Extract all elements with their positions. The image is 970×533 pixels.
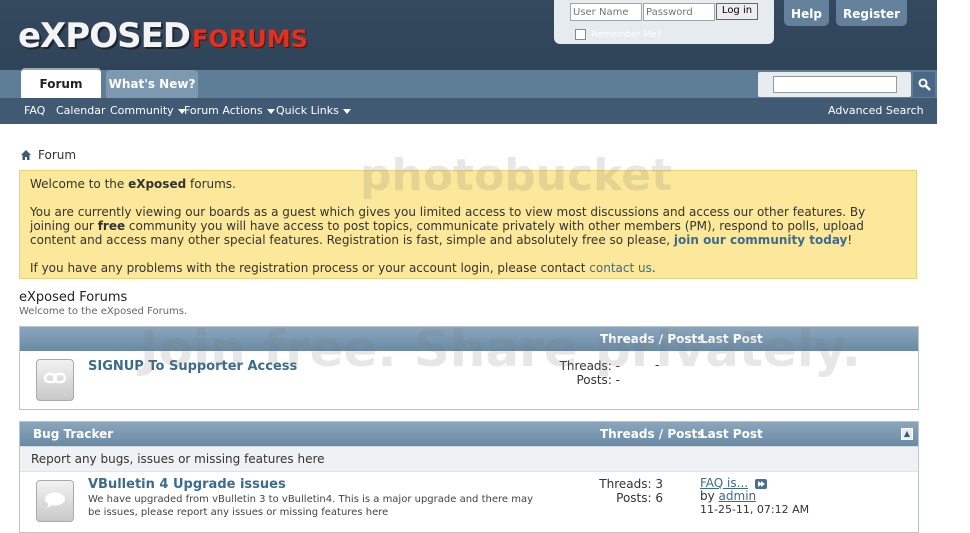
nav-community-label: Community: [110, 104, 174, 117]
go-last-post-icon[interactable]: [754, 478, 767, 489]
last-post-title-link[interactable]: FAQ is...: [700, 476, 748, 490]
forum-block-main: Threads / Posts Last Post SIGNUP To Supp…: [19, 326, 919, 410]
help-button[interactable]: Help: [784, 0, 829, 26]
contact-us-link[interactable]: contact us: [589, 261, 652, 275]
nav-quick-links-label: Quick Links: [276, 104, 339, 117]
search-input[interactable]: [773, 76, 897, 93]
search-box: [758, 72, 911, 97]
remember-me-label: Remember Me?: [591, 29, 662, 40]
notice-contact-a: If you have any problems with the regist…: [30, 261, 590, 275]
forum-title-link[interactable]: VBulletin 4 Upgrade issues: [88, 477, 286, 492]
forum-status-icon: [36, 359, 74, 401]
forum-row: SIGNUP To Supporter Access Threads: - Po…: [20, 351, 918, 407]
site-logo[interactable]: eXPOSED FORUMS: [18, 14, 308, 54]
last-post-author-line: by admin: [700, 490, 809, 503]
username-input[interactable]: [570, 3, 642, 21]
forum-title-link[interactable]: SIGNUP To Supporter Access: [88, 359, 297, 374]
nav-forum-actions[interactable]: Forum Actions: [184, 98, 275, 124]
nav-faq[interactable]: FAQ: [24, 98, 45, 124]
register-button[interactable]: Register: [836, 0, 907, 26]
advanced-search-link[interactable]: Advanced Search: [828, 98, 924, 124]
login-button[interactable]: Log in: [716, 3, 758, 20]
chevron-down-icon: [266, 108, 275, 114]
logo-main-text: eXPOSED: [18, 16, 191, 56]
notice-welcome-bold: eXposed: [128, 177, 187, 191]
tab-forum[interactable]: Forum: [21, 68, 101, 100]
forum-status-icon: [36, 480, 74, 522]
col-last-post: Last Post: [700, 332, 763, 346]
block-header: Threads / Posts Last Post: [20, 327, 918, 351]
guest-notice: Welcome to the eXposed forums. You are c…: [19, 170, 917, 279]
block-title[interactable]: Bug Tracker: [33, 422, 113, 446]
logo-sub-text: FORUMS: [192, 25, 308, 53]
nav-forum-actions-label: Forum Actions: [184, 104, 263, 117]
col-threads-posts: Threads / Posts: [600, 332, 705, 346]
join-community-label: join our community today: [673, 233, 848, 247]
notice-contact-b: .: [651, 261, 656, 275]
col-threads-posts: Threads / Posts: [600, 427, 705, 441]
forum-link-icon: [43, 372, 67, 384]
block-header: Bug Tracker Threads / Posts Last Post ▲: [20, 422, 918, 446]
notice-contact: If you have any problems with the regist…: [30, 261, 900, 275]
last-post-info: FAQ is... by admin 11-25-11, 07:12 AM: [700, 476, 810, 517]
notice-welcome-prefix: Welcome to the: [30, 177, 129, 191]
forum-posts: Posts: 6: [616, 491, 663, 505]
remember-me-checkbox[interactable]: [575, 29, 586, 40]
breadcrumb: Forum: [20, 148, 76, 162]
forum-chat-icon: [45, 492, 65, 508]
last-post-author-link[interactable]: admin: [719, 489, 757, 503]
col-last-post: Last Post: [700, 427, 763, 441]
chevron-down-icon: [342, 108, 351, 114]
forum-row: VBulletin 4 Upgrade issues We have upgra…: [20, 471, 918, 526]
notice-welcome-suffix: forums.: [186, 177, 236, 191]
forum-block-bug-tracker: Bug Tracker Threads / Posts Last Post ▲ …: [19, 421, 919, 533]
nav-community[interactable]: Community: [110, 98, 186, 124]
block-description: Report any bugs, issues or missing featu…: [20, 446, 918, 471]
section-title: eXposed Forums: [19, 290, 128, 305]
password-input[interactable]: [643, 3, 715, 21]
forum-threads: Threads: 3: [599, 477, 663, 491]
nav-bar: FAQ Calendar Community Forum Actions Qui…: [0, 98, 937, 124]
remember-me[interactable]: Remember Me?: [575, 29, 661, 40]
forum-last-post: -: [655, 358, 660, 372]
home-icon[interactable]: [20, 149, 32, 161]
forum-description: We have upgraded from vBulletin 3 to vBu…: [88, 494, 533, 518]
notice-body-c: !: [847, 233, 853, 247]
notice-free: free: [97, 219, 126, 233]
tab-whats-new[interactable]: What's New?: [106, 70, 198, 98]
tab-bar: Forum What's New?: [0, 68, 937, 100]
search-button[interactable]: [913, 72, 935, 97]
collapse-icon[interactable]: ▲: [901, 428, 913, 440]
notice-welcome: Welcome to the eXposed forums.: [30, 177, 900, 191]
notice-body: You are currently viewing our boards as …: [30, 205, 900, 247]
join-community-link[interactable]: join our community today: [674, 233, 848, 247]
forum-threads: Threads: -: [559, 359, 620, 373]
section-subtitle: Welcome to the eXposed Forums.: [19, 306, 188, 317]
last-post-date: 11-25-11, 07:12 AM: [700, 503, 810, 516]
breadcrumb-forum[interactable]: Forum: [38, 148, 76, 162]
search-icon: [918, 78, 931, 91]
last-post-by-label: by: [700, 489, 719, 503]
nav-calendar[interactable]: Calendar: [56, 98, 105, 124]
nav-quick-links[interactable]: Quick Links: [276, 98, 351, 124]
forum-posts: Posts: -: [576, 373, 620, 387]
